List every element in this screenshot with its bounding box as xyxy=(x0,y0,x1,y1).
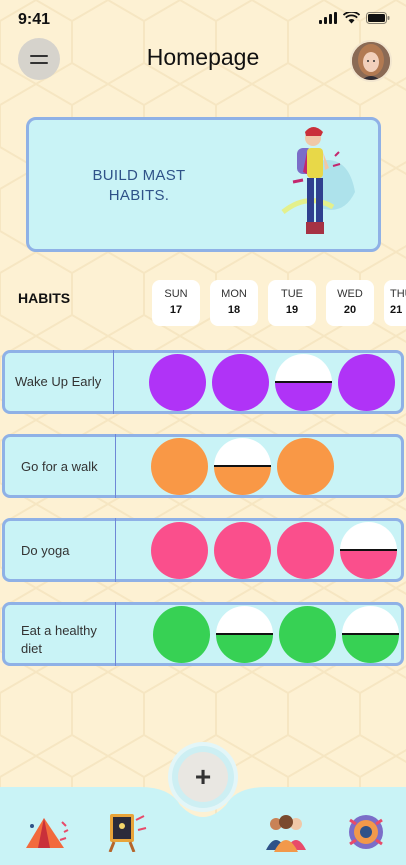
day-name: THU xyxy=(390,288,406,300)
habits-heading: HABITS xyxy=(18,290,71,306)
habit-partial-circle[interactable] xyxy=(275,354,332,411)
habit-done-circle[interactable] xyxy=(277,438,334,495)
habit-name: Wake Up Early xyxy=(15,374,102,389)
habit-name: Do yoga xyxy=(21,543,70,558)
habit-divider xyxy=(113,350,114,414)
habit-done-circle[interactable] xyxy=(151,438,208,495)
signal-icon xyxy=(319,12,337,24)
day-number: 18 xyxy=(227,304,241,316)
day-card-tue[interactable]: TUE 19 xyxy=(268,280,316,326)
day-card-sun[interactable]: SUN 17 xyxy=(152,280,200,326)
habit-done-circle[interactable] xyxy=(277,522,334,579)
habit-partial-circle[interactable] xyxy=(342,606,399,663)
avatar[interactable] xyxy=(350,40,392,82)
status-time: 9:41 xyxy=(18,11,51,28)
people-group-icon[interactable] xyxy=(262,812,310,852)
day-name: TUE xyxy=(281,288,303,300)
habit-partial-circle[interactable] xyxy=(340,522,397,579)
habit-divider xyxy=(115,518,116,582)
battery-icon xyxy=(366,12,390,24)
habit-done-circle[interactable] xyxy=(279,606,336,663)
habit-row-do-yoga[interactable]: Do yoga xyxy=(2,518,404,582)
habit-done-circle[interactable] xyxy=(151,522,208,579)
habit-divider xyxy=(115,602,116,666)
day-name: MON xyxy=(221,288,247,300)
day-card-wed[interactable]: WED 20 xyxy=(326,280,374,326)
day-number: 21 xyxy=(390,304,403,316)
camping-tent-icon[interactable] xyxy=(22,812,70,852)
add-habit-button[interactable]: + xyxy=(172,746,234,808)
status-icons xyxy=(319,12,390,24)
day-name: WED xyxy=(337,288,363,300)
day-number: 19 xyxy=(285,304,299,316)
page-title: Homepage xyxy=(146,44,260,70)
day-card-thu[interactable]: THU 21 xyxy=(384,280,406,326)
habit-done-circle[interactable] xyxy=(149,354,206,411)
wifi-icon xyxy=(343,12,360,24)
day-number: 17 xyxy=(169,304,183,316)
motivation-banner: BUILD MAST HABITS. xyxy=(26,117,381,252)
habit-done-circle[interactable] xyxy=(212,354,269,411)
habit-row-wake-up-early[interactable]: Wake Up Early xyxy=(2,350,404,414)
habit-name: Eat a healthy diet xyxy=(21,623,97,656)
habit-partial-circle[interactable] xyxy=(214,438,271,495)
header: Homepage xyxy=(0,38,406,82)
habit-row-go-for-a-walk[interactable]: Go for a walk xyxy=(2,434,404,498)
status-bar: 9:41 xyxy=(0,0,406,40)
day-card-mon[interactable]: MON 18 xyxy=(210,280,258,326)
gear-cog-icon[interactable] xyxy=(342,812,390,852)
habit-name: Go for a walk xyxy=(21,459,98,474)
plus-icon: + xyxy=(178,752,228,802)
day-number: 20 xyxy=(343,304,357,316)
habit-done-circle[interactable] xyxy=(214,522,271,579)
habit-done-circle[interactable] xyxy=(153,606,210,663)
user-photo xyxy=(352,42,390,80)
habit-row-eat-a-healthy-diet[interactable]: Eat a healthy diet xyxy=(2,602,404,666)
habit-divider xyxy=(115,434,116,498)
banner-text: BUILD MAST HABITS. xyxy=(92,167,186,204)
easel-board-icon[interactable] xyxy=(100,812,148,852)
hiker-illustration xyxy=(281,127,355,234)
day-name: SUN xyxy=(164,288,188,300)
habit-partial-circle[interactable] xyxy=(216,606,273,663)
habit-done-circle[interactable] xyxy=(338,354,395,411)
